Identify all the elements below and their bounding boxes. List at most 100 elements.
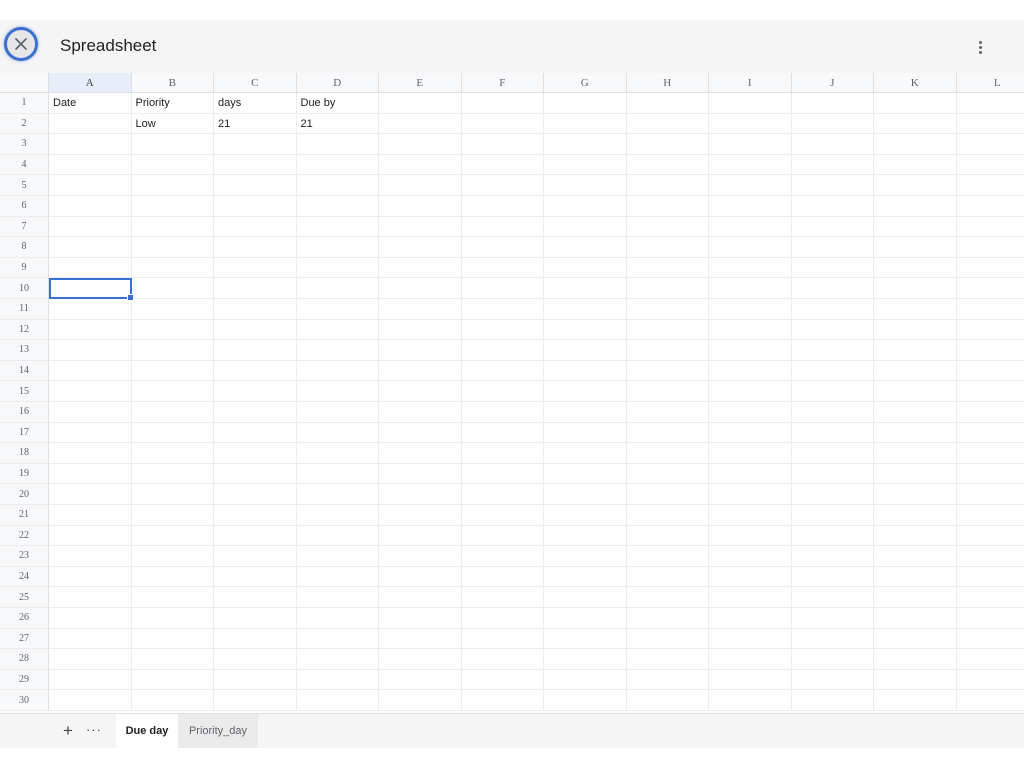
- cell-a25[interactable]: [49, 587, 132, 608]
- cell-i7[interactable]: [709, 216, 792, 238]
- cell-e27[interactable]: [379, 628, 462, 650]
- cell-d9[interactable]: [296, 257, 379, 279]
- cell-b30[interactable]: [131, 690, 214, 711]
- cell-b29[interactable]: [131, 669, 214, 691]
- cell-a2[interactable]: [49, 113, 132, 135]
- column-header-g[interactable]: G: [544, 73, 627, 93]
- cell-i14[interactable]: [709, 360, 792, 382]
- row-header-11[interactable]: 11: [0, 299, 49, 320]
- cell-k11[interactable]: [874, 299, 957, 320]
- cell-i12[interactable]: [709, 319, 792, 341]
- cell-b5[interactable]: [131, 175, 214, 196]
- cell-l25[interactable]: [956, 587, 1024, 608]
- cell-g16[interactable]: [544, 402, 627, 423]
- cell-a3[interactable]: [49, 134, 132, 155]
- cell-g28[interactable]: [544, 649, 627, 670]
- cell-j2[interactable]: [791, 113, 874, 135]
- cell-a8[interactable]: [49, 237, 132, 258]
- cell-h8[interactable]: [626, 237, 709, 258]
- cell-d18[interactable]: [296, 443, 379, 464]
- cell-d19[interactable]: [296, 463, 379, 485]
- cell-j11[interactable]: [791, 299, 874, 320]
- cell-i4[interactable]: [709, 154, 792, 176]
- cell-d28[interactable]: [296, 649, 379, 670]
- cell-a29[interactable]: [49, 669, 132, 691]
- cell-e2[interactable]: [379, 113, 462, 135]
- sheet-tab-due-day[interactable]: Due day: [116, 714, 178, 748]
- cell-j1[interactable]: [791, 93, 874, 114]
- cell-d1[interactable]: Due by: [296, 93, 379, 114]
- column-header-i[interactable]: I: [709, 73, 792, 93]
- cell-k30[interactable]: [874, 690, 957, 711]
- cell-c9[interactable]: [214, 257, 297, 279]
- row-header-30[interactable]: 30: [0, 690, 49, 711]
- cell-h2[interactable]: [626, 113, 709, 135]
- cell-l28[interactable]: [956, 649, 1024, 670]
- cell-b22[interactable]: [131, 525, 214, 547]
- cell-d6[interactable]: [296, 196, 379, 217]
- cell-f9[interactable]: [461, 257, 544, 279]
- cell-c5[interactable]: [214, 175, 297, 196]
- cell-e4[interactable]: [379, 154, 462, 176]
- cell-b26[interactable]: [131, 608, 214, 629]
- cell-a19[interactable]: [49, 463, 132, 485]
- row-header-29[interactable]: 29: [0, 669, 49, 691]
- cell-k8[interactable]: [874, 237, 957, 258]
- cell-f5[interactable]: [461, 175, 544, 196]
- cell-a10[interactable]: [49, 278, 132, 299]
- cell-b12[interactable]: [131, 319, 214, 341]
- cell-b6[interactable]: [131, 196, 214, 217]
- cell-e26[interactable]: [379, 608, 462, 629]
- cell-b4[interactable]: [131, 154, 214, 176]
- cell-l14[interactable]: [956, 361, 1024, 382]
- cell-a6[interactable]: [49, 196, 132, 217]
- row-header-12[interactable]: 12: [0, 319, 49, 341]
- cell-e15[interactable]: [379, 381, 462, 402]
- cell-j17[interactable]: [791, 422, 874, 444]
- cell-b13[interactable]: [131, 340, 214, 361]
- cell-i2[interactable]: [709, 113, 792, 135]
- cell-j9[interactable]: [791, 257, 874, 279]
- cell-e8[interactable]: [379, 237, 462, 258]
- cell-i10[interactable]: [709, 278, 792, 299]
- cell-b15[interactable]: [131, 381, 214, 402]
- cell-f22[interactable]: [461, 525, 544, 547]
- cell-i5[interactable]: [709, 175, 792, 196]
- cell-h11[interactable]: [626, 299, 709, 320]
- cell-d29[interactable]: [296, 669, 379, 691]
- cell-b25[interactable]: [131, 587, 214, 608]
- cell-j27[interactable]: [791, 628, 874, 650]
- cell-h19[interactable]: [626, 463, 709, 485]
- cell-e21[interactable]: [379, 505, 462, 526]
- cell-g12[interactable]: [544, 319, 627, 341]
- cell-j15[interactable]: [791, 381, 874, 402]
- cell-h12[interactable]: [626, 319, 709, 341]
- cell-e19[interactable]: [379, 463, 462, 485]
- cell-e11[interactable]: [379, 299, 462, 320]
- row-header-18[interactable]: 18: [0, 443, 49, 464]
- cell-j5[interactable]: [791, 175, 874, 196]
- cell-k1[interactable]: [874, 93, 957, 114]
- cell-a7[interactable]: [49, 216, 132, 238]
- cell-e10[interactable]: [379, 278, 462, 299]
- cell-e20[interactable]: [379, 484, 462, 505]
- row-header-14[interactable]: 14: [0, 360, 49, 382]
- row-header-23[interactable]: 23: [0, 546, 49, 567]
- cell-k22[interactable]: [874, 525, 957, 547]
- cell-l24[interactable]: [956, 567, 1024, 588]
- cell-f10[interactable]: [461, 278, 544, 299]
- cell-d30[interactable]: [296, 690, 379, 711]
- cell-k3[interactable]: [874, 134, 957, 155]
- cell-e6[interactable]: [379, 196, 462, 217]
- cell-g15[interactable]: [544, 381, 627, 402]
- cell-a26[interactable]: [49, 608, 132, 629]
- cell-l1[interactable]: [956, 93, 1024, 114]
- cell-k4[interactable]: [874, 154, 957, 176]
- sheet-list-button[interactable]: ···: [84, 720, 104, 742]
- cell-j28[interactable]: [791, 649, 874, 670]
- cell-l21[interactable]: [956, 505, 1024, 526]
- cell-e12[interactable]: [379, 319, 462, 341]
- cell-l5[interactable]: [956, 175, 1024, 196]
- cell-c10[interactable]: [214, 278, 297, 299]
- cell-d5[interactable]: [296, 175, 379, 196]
